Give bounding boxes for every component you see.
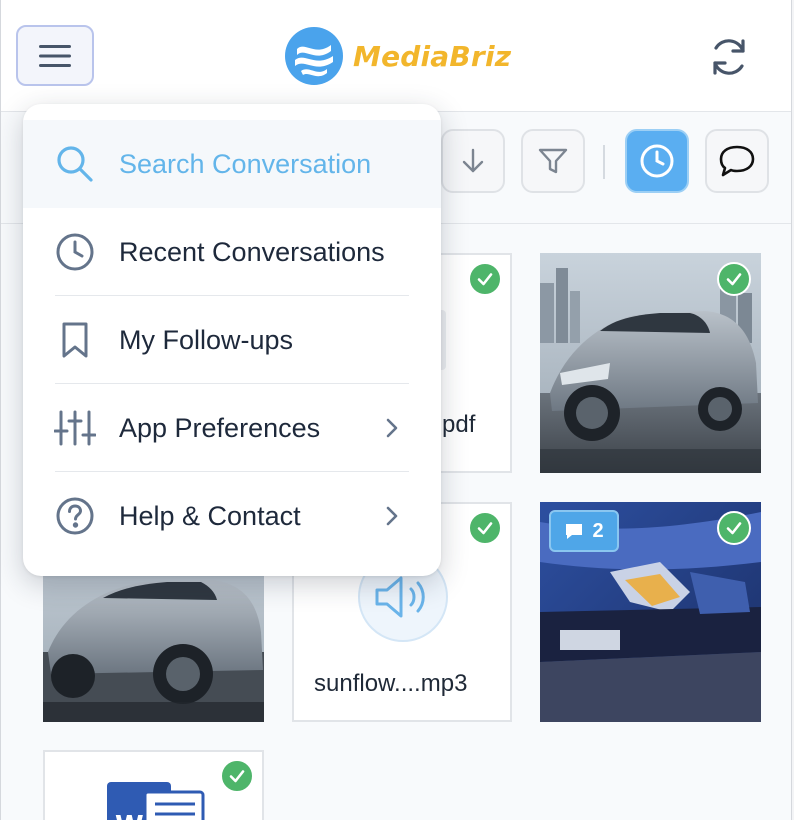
file-name: pdf	[442, 411, 476, 438]
chevron-right-icon	[381, 505, 403, 527]
menu-item-recent-conversations[interactable]: Recent Conversations	[23, 208, 441, 296]
checked-icon	[220, 759, 254, 793]
checked-icon	[717, 262, 751, 296]
checked-icon	[717, 511, 751, 545]
comments-button[interactable]	[705, 129, 769, 193]
comment-count: 2	[592, 519, 604, 542]
comment-icon	[566, 524, 583, 539]
search-icon	[53, 142, 97, 186]
checked-icon	[468, 511, 502, 545]
bookmark-icon	[53, 318, 97, 362]
checked-icon	[468, 262, 502, 296]
menu-item-search-conversation[interactable]: Search Conversation	[23, 120, 441, 208]
recent-button[interactable]	[625, 129, 689, 193]
menu-item-help-contact[interactable]: Help & Contact	[23, 472, 441, 560]
sliders-icon	[53, 406, 97, 450]
menu-toggle-button[interactable]	[16, 25, 94, 86]
menu-item-label: My Follow-ups	[119, 324, 294, 355]
comment-count-badge[interactable]: 2	[549, 510, 619, 552]
svg-text:W: W	[115, 811, 144, 820]
speaker-icon	[375, 576, 425, 618]
menu-item-label: Help & Contact	[119, 500, 301, 531]
refresh-icon	[713, 39, 745, 75]
app-logo[interactable]: MediaBriz	[285, 27, 511, 85]
clock-icon	[640, 144, 674, 178]
speech-bubble-icon	[719, 145, 755, 177]
menu-item-app-preferences[interactable]: App Preferences	[23, 384, 441, 472]
sort-down-button[interactable]	[441, 129, 505, 193]
app-header: MediaBriz	[1, 0, 791, 112]
hamburger-icon	[39, 44, 71, 67]
arrow-down-icon	[462, 148, 484, 173]
app-name: MediaBriz	[353, 39, 512, 73]
menu-item-label: Search Conversation	[119, 148, 372, 179]
navigation-menu: Search Conversation Recent Conversations…	[23, 104, 441, 576]
menu-item-label: App Preferences	[119, 412, 321, 443]
refresh-button[interactable]	[705, 33, 753, 81]
filter-button[interactable]	[521, 129, 585, 193]
app-window: MediaBriz pdf sunflow....mp3 2 Search Co…	[0, 0, 792, 820]
filter-icon	[538, 148, 568, 174]
file-name: sunflow....mp3	[314, 670, 468, 697]
toolbar-separator	[603, 145, 605, 179]
chevron-right-icon	[381, 417, 403, 439]
menu-item-my-follow-ups[interactable]: My Follow-ups	[23, 296, 441, 384]
wave-logo-icon	[285, 27, 343, 85]
clock-icon	[53, 230, 97, 274]
menu-item-label: Recent Conversations	[119, 236, 385, 267]
help-circle-icon	[53, 494, 97, 538]
